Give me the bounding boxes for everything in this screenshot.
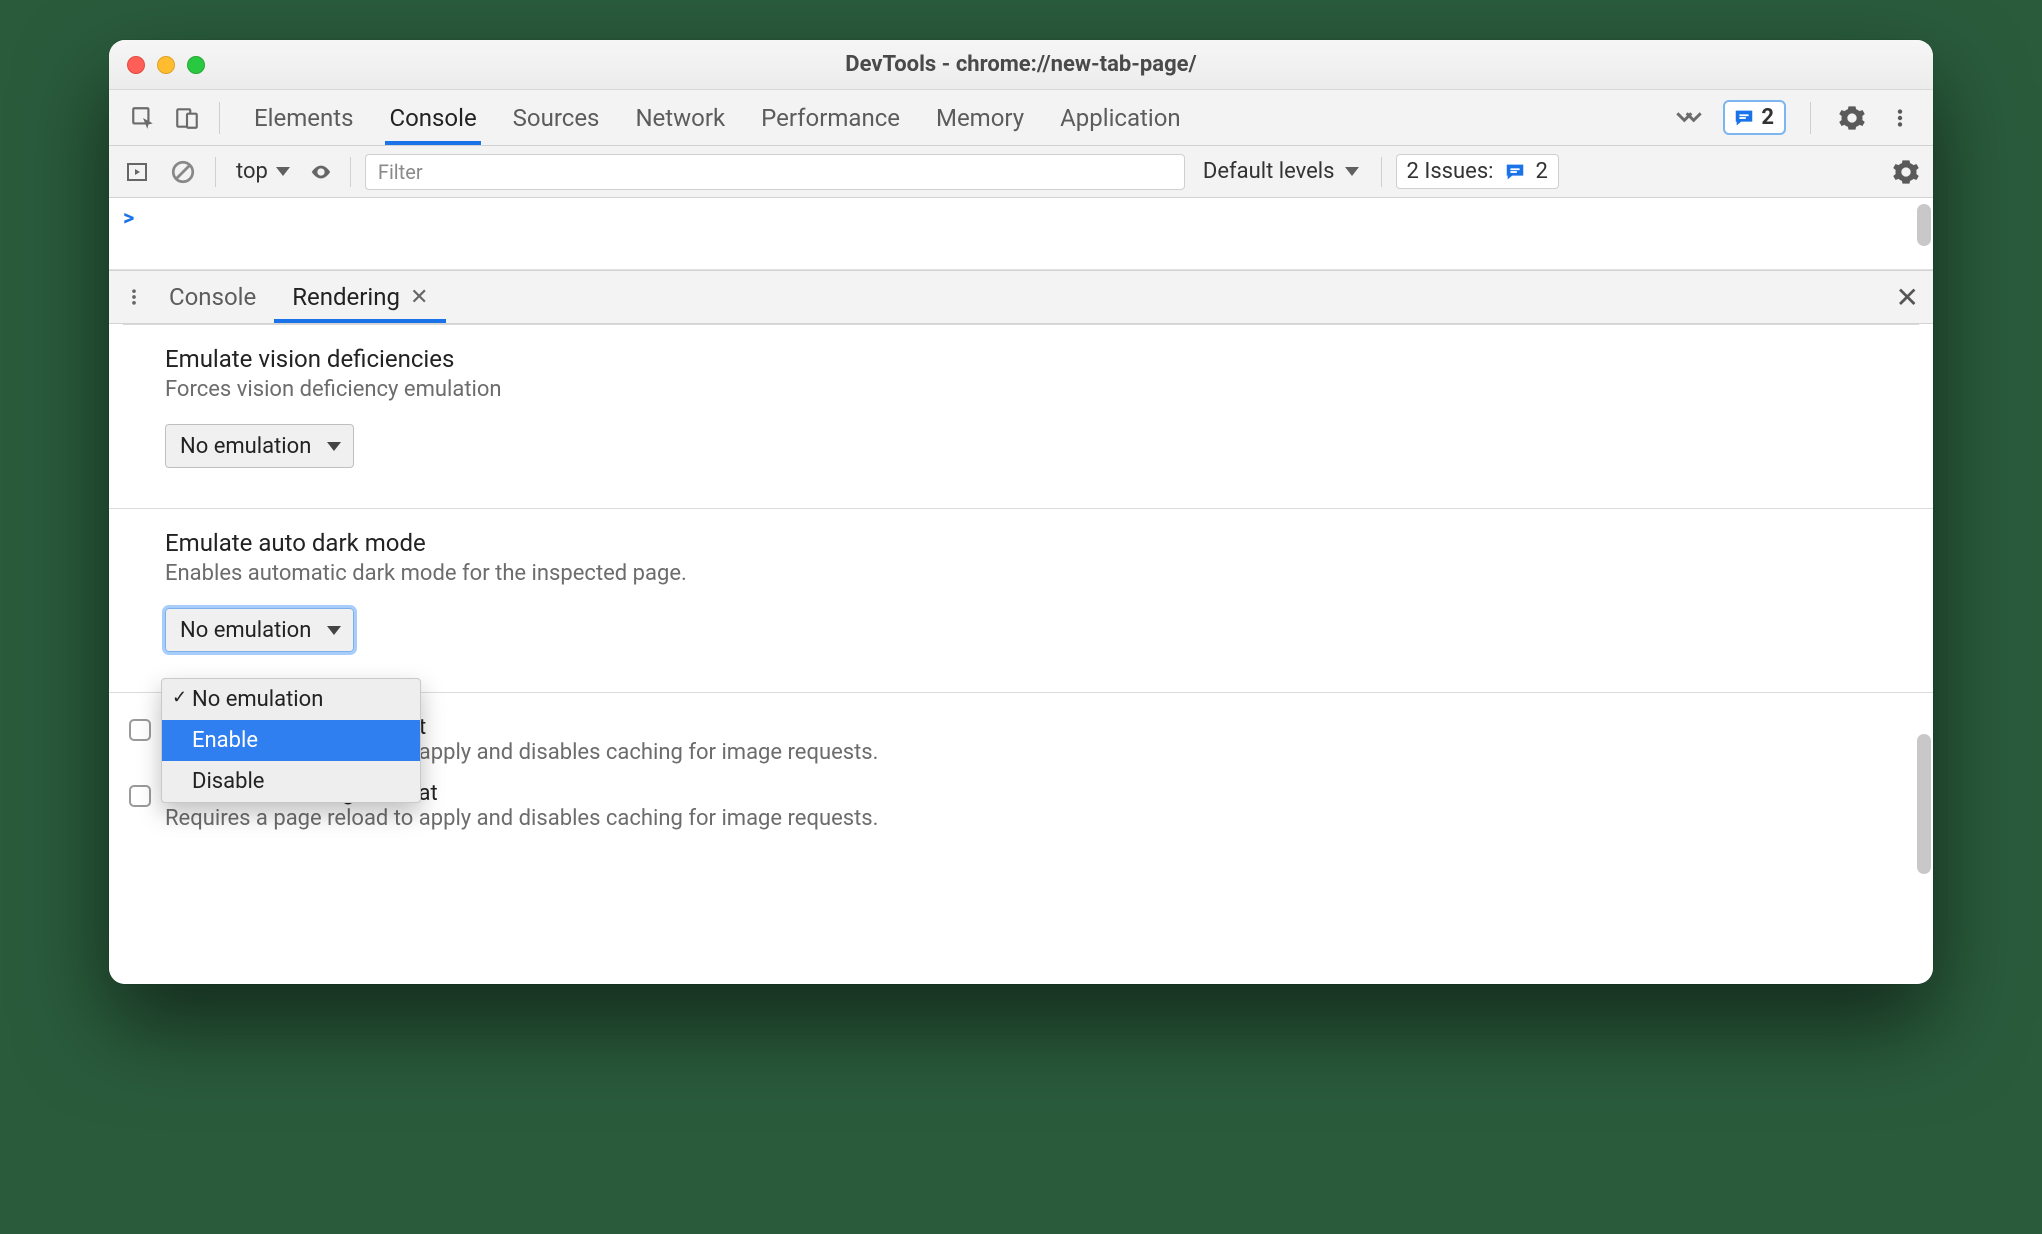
section-title: Emulate auto dark mode bbox=[165, 529, 1877, 557]
drawer-tab-label: Console bbox=[169, 283, 256, 311]
dropdown-option-disable[interactable]: Disable bbox=[162, 761, 420, 802]
tab-elements[interactable]: Elements bbox=[250, 91, 357, 145]
drawer-tab-label: Rendering bbox=[292, 283, 400, 311]
dark-mode-dropdown: ✓ No emulation Enable Disable bbox=[161, 678, 421, 803]
vision-deficiency-select[interactable]: No emulation bbox=[165, 424, 354, 468]
auto-dark-mode-select[interactable]: No emulation bbox=[165, 608, 354, 652]
option-label: Enable bbox=[192, 728, 258, 753]
drawer-tab-console[interactable]: Console bbox=[151, 271, 274, 323]
disable-webp-checkbox[interactable] bbox=[129, 785, 151, 807]
drawer-more-icon[interactable] bbox=[117, 284, 151, 310]
separator bbox=[1810, 102, 1811, 134]
clear-console-icon[interactable] bbox=[165, 154, 201, 190]
dropdown-option-no-emulation[interactable]: ✓ No emulation bbox=[162, 679, 420, 720]
close-drawer-icon[interactable]: ✕ bbox=[1896, 281, 1919, 314]
tab-network[interactable]: Network bbox=[631, 91, 729, 145]
console-prompt-area[interactable]: > bbox=[109, 198, 1933, 270]
tab-console[interactable]: Console bbox=[385, 91, 480, 145]
separator bbox=[350, 157, 351, 187]
settings-icon[interactable] bbox=[1835, 101, 1869, 135]
section-title: Emulate vision deficiencies bbox=[165, 345, 1877, 373]
tabstrip-right: 2 bbox=[1669, 100, 1921, 135]
close-tab-icon[interactable]: ✕ bbox=[410, 285, 428, 310]
inspect-element-icon[interactable] bbox=[121, 96, 165, 140]
tab-performance[interactable]: Performance bbox=[757, 91, 904, 145]
issues-label: 2 Issues: bbox=[1407, 159, 1494, 184]
more-tabs-icon[interactable] bbox=[1669, 111, 1709, 125]
separator bbox=[219, 102, 220, 134]
separator bbox=[215, 157, 216, 187]
console-toolbar: top Filter Default levels 2 Issues: 2 bbox=[109, 146, 1933, 198]
messages-badge[interactable]: 2 bbox=[1723, 100, 1786, 135]
tab-sources[interactable]: Sources bbox=[509, 91, 604, 145]
dropdown-option-enable[interactable]: Enable bbox=[162, 720, 420, 761]
section-description: Enables automatic dark mode for the insp… bbox=[165, 561, 1877, 586]
chevron-down-icon bbox=[1345, 167, 1359, 176]
levels-label: Default levels bbox=[1203, 159, 1335, 184]
main-tabs: Elements Console Sources Network Perform… bbox=[230, 91, 1205, 145]
filter-placeholder: Filter bbox=[378, 160, 423, 184]
console-sidebar-toggle-icon[interactable] bbox=[119, 154, 155, 190]
filter-input[interactable]: Filter bbox=[365, 154, 1185, 190]
tab-application[interactable]: Application bbox=[1056, 91, 1185, 145]
drawer-tabstrip: Console Rendering ✕ ✕ bbox=[109, 270, 1933, 324]
section-description: Forces vision deficiency emulation bbox=[165, 377, 1877, 402]
select-value: No emulation bbox=[180, 434, 311, 459]
scrollbar-thumb[interactable] bbox=[1917, 734, 1931, 874]
more-menu-icon[interactable] bbox=[1883, 101, 1917, 135]
select-value: No emulation bbox=[180, 618, 311, 643]
chevron-down-icon bbox=[327, 442, 341, 451]
context-label: top bbox=[236, 159, 268, 184]
checkbox-description: Requires a page reload to apply and disa… bbox=[165, 806, 878, 831]
window-title: DevTools - chrome://new-tab-page/ bbox=[109, 52, 1933, 77]
rendering-panel: Emulate vision deficiencies Forces visio… bbox=[109, 324, 1933, 984]
drawer-tab-rendering[interactable]: Rendering ✕ bbox=[274, 271, 446, 323]
message-icon bbox=[1504, 161, 1526, 183]
issues-badge[interactable]: 2 Issues: 2 bbox=[1396, 154, 1559, 189]
main-tabstrip: Elements Console Sources Network Perform… bbox=[109, 90, 1933, 146]
chevron-down-icon bbox=[276, 167, 290, 176]
check-icon: ✓ bbox=[172, 687, 187, 708]
context-selector[interactable]: top bbox=[230, 159, 296, 184]
issues-count: 2 bbox=[1536, 159, 1548, 184]
disable-avif-checkbox[interactable] bbox=[129, 719, 151, 741]
log-levels-selector[interactable]: Default levels bbox=[1195, 159, 1367, 184]
vision-deficiencies-section: Emulate vision deficiencies Forces visio… bbox=[109, 325, 1933, 492]
live-expression-icon[interactable] bbox=[306, 157, 336, 187]
auto-dark-mode-section: Emulate auto dark mode Enables automatic… bbox=[109, 509, 1933, 676]
titlebar: DevTools - chrome://new-tab-page/ bbox=[109, 40, 1933, 90]
console-settings-icon[interactable] bbox=[1889, 155, 1923, 189]
option-label: Disable bbox=[192, 769, 264, 794]
tab-memory[interactable]: Memory bbox=[932, 91, 1028, 145]
prompt-chevron-icon: > bbox=[123, 206, 134, 231]
separator bbox=[1381, 157, 1382, 187]
devtools-window: DevTools - chrome://new-tab-page/ Elemen… bbox=[109, 40, 1933, 984]
device-toolbar-icon[interactable] bbox=[165, 96, 209, 140]
chevron-down-icon bbox=[327, 626, 341, 635]
scrollbar-thumb[interactable] bbox=[1917, 204, 1931, 246]
message-icon bbox=[1733, 107, 1755, 129]
messages-count: 2 bbox=[1761, 105, 1774, 130]
option-label: No emulation bbox=[192, 687, 323, 712]
